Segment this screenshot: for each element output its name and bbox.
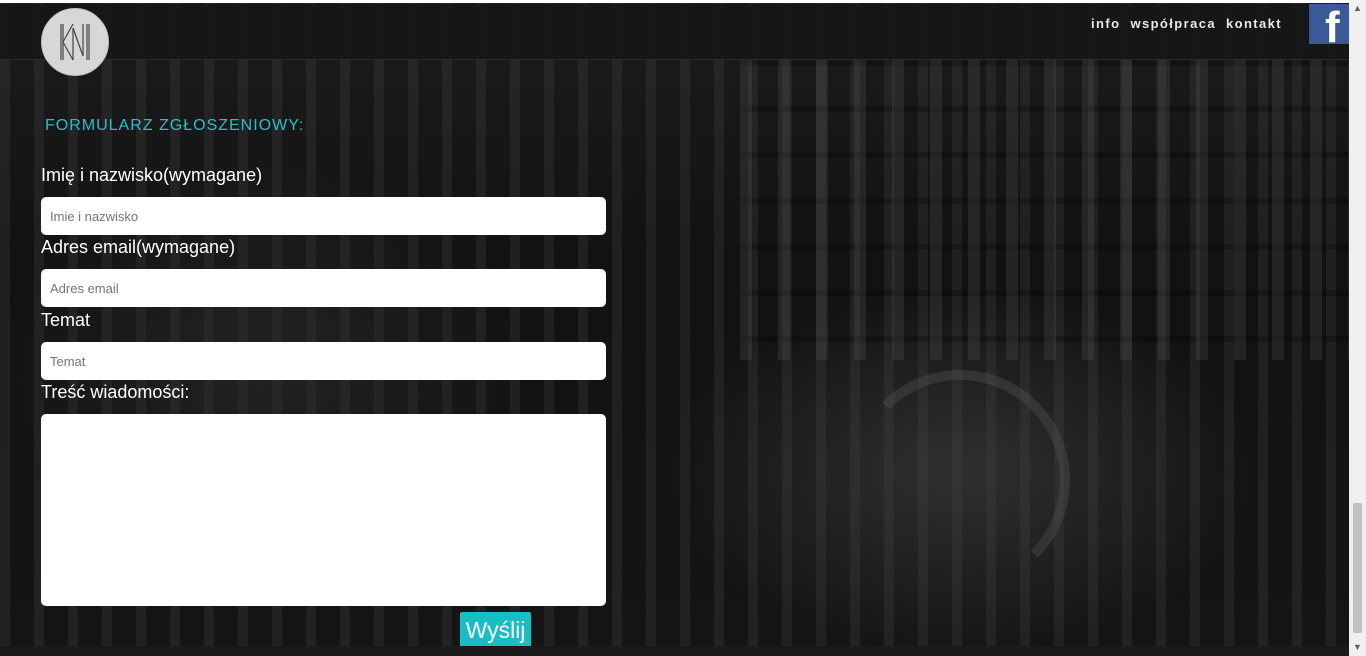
footer-bar	[0, 646, 1349, 656]
subject-label: Temat	[41, 310, 91, 330]
submit-button[interactable]: Wyślij	[460, 612, 531, 649]
name-input[interactable]	[41, 197, 606, 235]
scroll-up-arrow-icon[interactable]: ▲	[1349, 0, 1366, 17]
header-bar: info współpraca kontakt	[0, 4, 1349, 60]
nav-info[interactable]: info	[1091, 16, 1120, 31]
scroll-down-arrow-icon[interactable]: ▼	[1349, 639, 1366, 656]
email-label: Adres email(wymagane)	[41, 237, 236, 257]
main-nav: info współpraca kontakt	[1091, 16, 1282, 31]
page-scrollbar[interactable]: ▲ ▼	[1349, 0, 1366, 656]
background-arc	[850, 370, 1070, 590]
facebook-icon: f	[1325, 4, 1340, 45]
form-title: FORMULARZ ZGŁOSZENIOWY:	[45, 117, 305, 134]
nav-wspolpraca[interactable]: współpraca	[1130, 16, 1216, 31]
facebook-link[interactable]: f	[1309, 4, 1349, 44]
message-textarea[interactable]	[41, 414, 606, 606]
site-logo[interactable]	[41, 8, 109, 76]
browser-top-edge	[0, 0, 1366, 3]
scroll-thumb[interactable]	[1353, 503, 1362, 633]
nav-kontakt[interactable]: kontakt	[1226, 16, 1282, 31]
subject-input[interactable]	[41, 342, 606, 380]
monogram-logo-icon	[60, 23, 90, 61]
message-label: Treść wiadomości:	[41, 382, 190, 402]
background-building	[740, 60, 1349, 360]
email-input[interactable]	[41, 269, 606, 307]
name-label: Imię i nazwisko(wymagane)	[41, 165, 263, 185]
